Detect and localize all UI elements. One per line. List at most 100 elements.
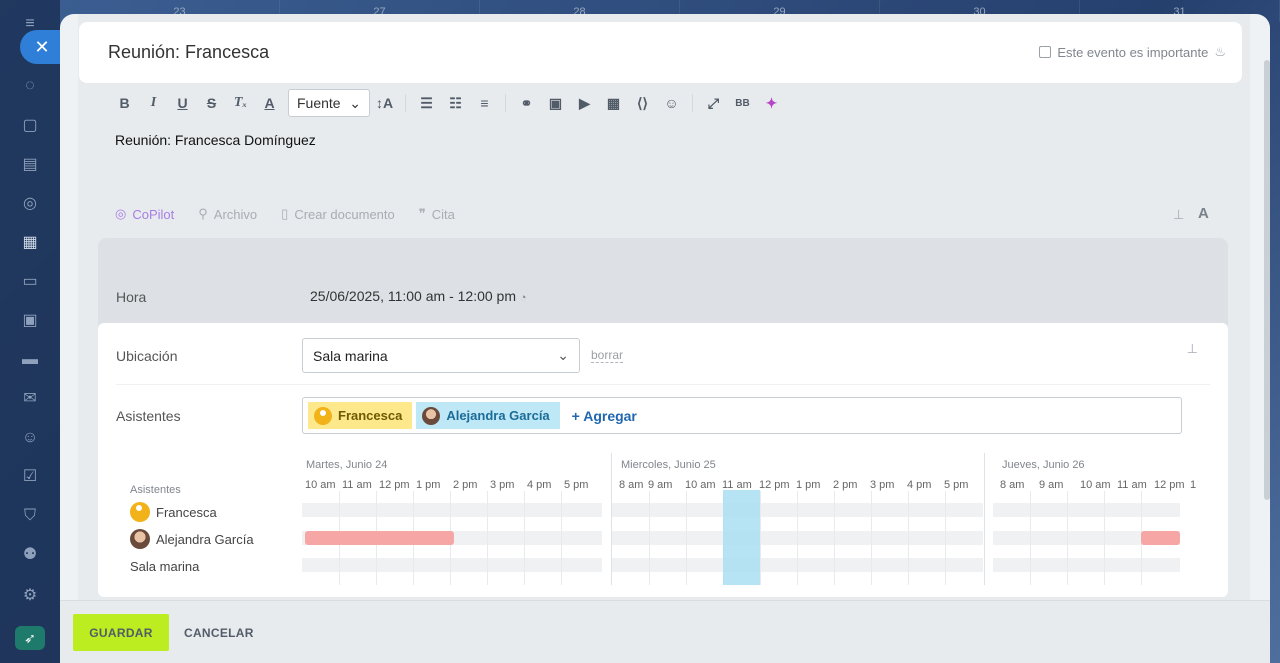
file-button[interactable]: ⚲ Archivo xyxy=(198,206,257,222)
docs-icon[interactable]: ▭ xyxy=(20,272,40,292)
quote-button[interactable]: ❞ Cita xyxy=(419,206,455,222)
ai-image-icon[interactable]: ✦ xyxy=(757,90,786,116)
important-checkbox[interactable] xyxy=(1039,46,1052,58)
timeline-rows-label: Asistentes xyxy=(130,484,181,496)
document-icon: ▯ xyxy=(281,206,289,221)
important-toggle[interactable]: Este evento es importante ♨ xyxy=(1039,44,1226,60)
grid-line xyxy=(1104,491,1105,585)
grid-stripe xyxy=(302,558,602,572)
messages-icon[interactable]: ▢ xyxy=(20,116,40,136)
fullscreen-icon[interactable]: ⤢ xyxy=(699,90,728,116)
day-separator xyxy=(984,453,985,585)
pin-icon[interactable]: ⊥ xyxy=(1187,341,1198,357)
time-value[interactable]: 25/06/2025, 11:00 am - 12:00 pm ◔ xyxy=(310,288,527,304)
font-size-button[interactable]: ↕A xyxy=(370,90,399,116)
attendee-tag[interactable]: Francesca xyxy=(308,402,413,429)
mail-icon[interactable]: ✉ xyxy=(20,389,40,409)
cancel-button[interactable]: CANCELAR xyxy=(184,626,254,640)
timeline-hours: 10 am 11 am 12 pm 1 pm 2 pm 3 pm 4 pm 5 … xyxy=(305,479,601,491)
hour-label: 11 am xyxy=(342,479,372,491)
timeline-grid[interactable] xyxy=(993,491,1180,585)
filter-icon[interactable]: ⛉ xyxy=(20,506,40,526)
robot-icon[interactable]: ⚉ xyxy=(20,545,40,565)
timeline-row-name: Alejandra García xyxy=(156,531,254,547)
timezone-icon[interactable]: ◔ xyxy=(520,292,527,304)
underline-button[interactable]: U xyxy=(168,90,197,116)
grid-line xyxy=(834,491,835,585)
drive-icon[interactable]: ▬ xyxy=(20,350,40,370)
create-document-button[interactable]: ▯ Crear documento xyxy=(281,206,395,222)
board-icon[interactable]: ▣ xyxy=(20,311,40,331)
left-navigation-bar: ≡ ✕ ◌ ▢ ▤ ◎ ▦ ▭ ▣ ▬ ✉ ☺ ☑ ⛉ ⚉ ⚙ ➶ xyxy=(0,0,60,663)
bbcode-icon[interactable]: BB xyxy=(728,90,757,116)
align-button[interactable]: ≡ xyxy=(470,90,499,116)
crm-icon[interactable]: ◎ xyxy=(20,194,40,214)
busy-block[interactable] xyxy=(305,531,454,545)
format-toolbar: B I U S Tₓ A Fuente ⌄ ↕A ☰ ☷ ≡ ⚭ ▣ ▶ ▦ ⟨… xyxy=(110,89,1230,117)
strikethrough-button[interactable]: S xyxy=(197,90,226,116)
close-slider-button[interactable]: ✕ xyxy=(20,30,60,64)
paperclip-icon: ⚲ xyxy=(198,206,208,221)
settings-icon[interactable]: ⚙ xyxy=(20,586,40,606)
time-value-text: 25/06/2025, 11:00 am - 12:00 pm xyxy=(310,288,516,304)
hour-label: 9 am xyxy=(1039,479,1064,491)
avatar xyxy=(422,406,441,425)
timeline-row-label: Francesca xyxy=(130,502,217,522)
location-attendees-card: Ubicación Sala marina ⌄ borrar ⊥ Asisten… xyxy=(98,323,1228,597)
timeline-grid[interactable] xyxy=(302,491,602,585)
checklist-icon[interactable]: ☑ xyxy=(20,467,40,487)
save-button[interactable]: GUARDAR xyxy=(73,614,169,651)
scrollbar[interactable] xyxy=(1264,60,1270,500)
font-select[interactable]: Fuente ⌄ xyxy=(288,89,370,117)
grid-line xyxy=(908,491,909,585)
busy-block[interactable] xyxy=(1141,531,1180,545)
table-icon[interactable]: ▦ xyxy=(599,90,628,116)
grid-line xyxy=(871,491,872,585)
hour-label: 1 xyxy=(1190,479,1197,491)
hour-label: 1 pm xyxy=(796,479,821,491)
emoji-icon[interactable]: ☺ xyxy=(657,90,686,116)
clear-location-link[interactable]: borrar xyxy=(591,348,624,363)
add-attendee-button[interactable]: + Agregar xyxy=(572,408,637,424)
bullet-list-button[interactable]: ☷ xyxy=(441,90,470,116)
rocket-icon[interactable]: ➶ xyxy=(15,626,45,650)
location-select[interactable]: Sala marina ⌄ xyxy=(302,338,580,373)
image-icon[interactable]: ▣ xyxy=(541,90,570,116)
calendar-icon[interactable]: ▦ xyxy=(20,233,40,253)
chat-icon[interactable]: ◌ xyxy=(20,76,40,96)
attendees-input[interactable]: Francesca Alejandra García + Agregar xyxy=(302,397,1182,434)
font-color-button[interactable]: A xyxy=(255,90,284,116)
user-avatar-icon xyxy=(130,502,150,522)
hour-label: 12 pm xyxy=(759,479,790,491)
avatar xyxy=(130,529,150,549)
description-text[interactable]: Reunión: Francesca Domínguez xyxy=(115,132,316,148)
tasks-icon[interactable]: ▤ xyxy=(20,155,40,175)
hour-label: 4 pm xyxy=(907,479,932,491)
hour-label: 12 pm xyxy=(1154,479,1185,491)
timeline-grid[interactable] xyxy=(612,491,983,585)
quote-icon: ❞ xyxy=(418,206,426,221)
attendee-tag[interactable]: Alejandra García xyxy=(416,402,560,429)
hour-label: 9 am xyxy=(648,479,673,491)
current-event-slot[interactable] xyxy=(723,490,760,585)
copilot-button[interactable]: ◎ CoPilot xyxy=(115,206,174,222)
pin-icon[interactable]: ⊥ xyxy=(1173,207,1184,223)
timeline-row-name: Sala marina xyxy=(130,559,200,574)
italic-button[interactable]: I xyxy=(139,90,168,116)
video-icon[interactable]: ▶ xyxy=(570,90,599,116)
link-icon[interactable]: ⚭ xyxy=(512,90,541,116)
hour-label: 10 am xyxy=(1080,479,1111,491)
create-document-label: Crear documento xyxy=(294,206,395,222)
bold-button[interactable]: B xyxy=(110,90,139,116)
groups-icon[interactable]: ☺ xyxy=(20,428,40,448)
location-value: Sala marina xyxy=(313,347,388,364)
timeline-hours: 8 am 9 am 10 am 11 am 12 pm 1 xyxy=(1000,479,1200,491)
hour-label: 3 pm xyxy=(870,479,895,491)
numbered-list-button[interactable]: ☰ xyxy=(412,90,441,116)
event-title[interactable]: Reunión: Francesca xyxy=(108,42,269,63)
clear-format-button[interactable]: Tₓ xyxy=(226,90,255,116)
text-format-icon[interactable]: A xyxy=(1198,205,1209,222)
code-icon[interactable]: ⟨⟩ xyxy=(628,90,657,116)
timeline-day-header: Jueves, Junio 26 xyxy=(1002,459,1085,471)
timeline-row-name: Francesca xyxy=(156,504,217,520)
